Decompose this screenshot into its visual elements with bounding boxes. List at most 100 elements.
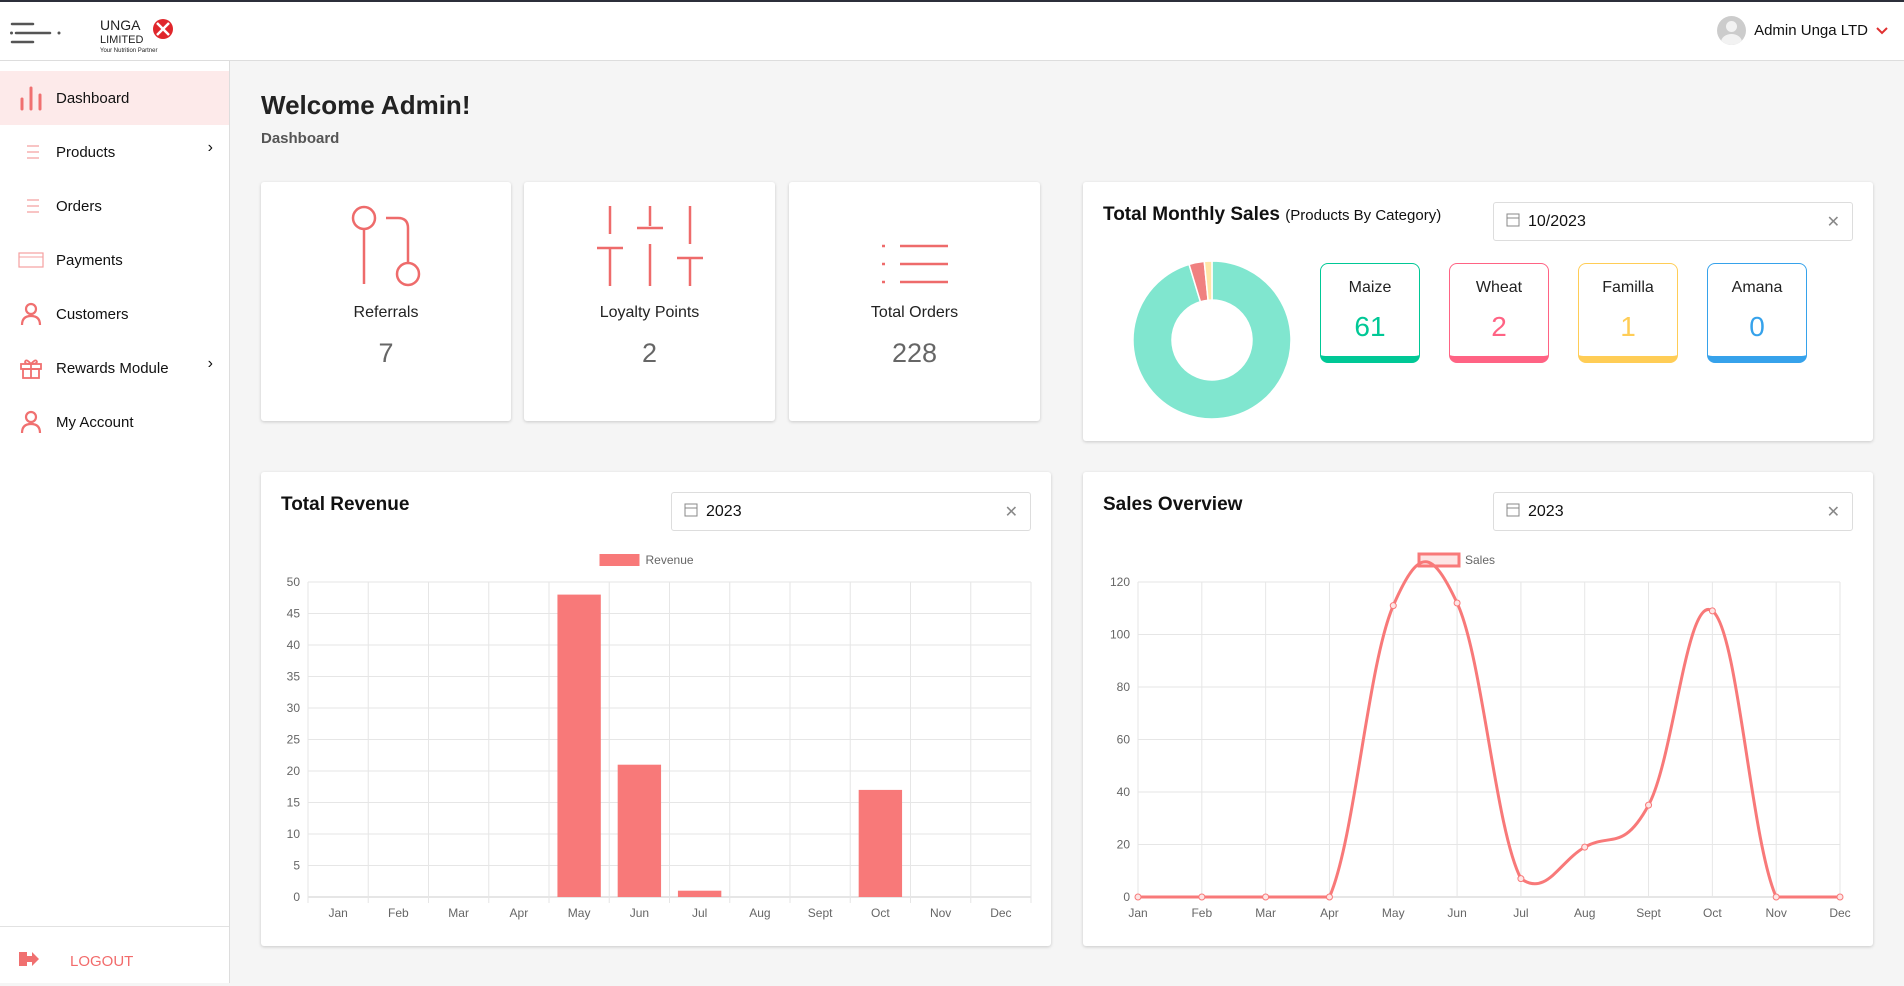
category-donut-chart: [1132, 260, 1292, 420]
sales-overview-card: Sales Overview 2023 ✕ 0 20 40 60 80 100 120 Jan…: [1083, 472, 1873, 946]
referral-icon: [351, 205, 421, 287]
sidebar-item-label: Rewards Module: [56, 359, 169, 377]
user-name: Admin Unga LTD: [1754, 22, 1868, 39]
logout-label: LOGOUT: [70, 952, 134, 970]
x-tick-label: Feb: [388, 906, 409, 920]
category-value: 1: [1620, 311, 1636, 342]
svg-text:Your Nutrition Partner: Your Nutrition Partner: [100, 48, 157, 54]
sidebar-item-label: Customers: [56, 305, 129, 323]
sidebar-item-label: Products: [56, 143, 116, 161]
x-tick-label: Oct: [871, 906, 890, 920]
x-tick-label: Dec: [1829, 906, 1850, 920]
sidebar: Dashboard Products › Orders Payments Cust…: [0, 61, 230, 983]
bar-oct: [858, 789, 903, 897]
x-tick-label: Dec: [990, 906, 1011, 920]
legend-label: Revenue: [646, 553, 694, 567]
calendar-icon: [1506, 211, 1520, 232]
sliders-icon: [596, 206, 703, 286]
sidebar-item-rewards-module[interactable]: Rewards Module ›: [0, 341, 229, 395]
y-tick-label: 40: [1117, 785, 1131, 799]
sidebar-item-dashboard[interactable]: Dashboard: [0, 71, 229, 125]
list-icon: [16, 193, 46, 219]
x-tick-label: May: [568, 906, 591, 920]
point-jul: [1517, 875, 1525, 883]
y-tick-label: 5: [293, 859, 300, 873]
sidebar-item-label: Orders: [56, 197, 102, 215]
header: UNGA LIMITED Your Nutrition Partner Admin …: [0, 2, 1904, 61]
svg-text:UNGA: UNGA: [100, 17, 141, 33]
x-tick-label: Jun: [630, 906, 649, 920]
revenue-bar-chart: 0 5 10 15 20 25 30 35 40 45 50 Jan Feb Mar Apr May Jun Ju…: [287, 553, 1032, 920]
unga-logo[interactable]: UNGA LIMITED Your Nutrition Partner: [98, 16, 178, 56]
category-value: 2: [1491, 311, 1507, 342]
revenue-card: Total Revenue 2023 ✕ 0 5 10 15 20 25 30 35 40 45 5…: [261, 472, 1051, 946]
stat-label: Total Orders: [870, 304, 959, 321]
sidebar-item-orders[interactable]: Orders: [0, 179, 229, 233]
legend-swatch: [599, 554, 640, 566]
sidebar-item-payments[interactable]: Payments: [0, 233, 229, 287]
category-name: Maize: [1348, 279, 1392, 296]
stat-card-total-orders: Total Orders 228: [789, 182, 1040, 421]
list-icon: [881, 244, 948, 284]
point-dec: [1836, 893, 1844, 901]
y-tick-label: 40: [287, 638, 301, 652]
x-tick-label: Mar: [1255, 906, 1276, 920]
sidebar-item-my-account[interactable]: My Account: [0, 395, 229, 449]
sidebar-divider: [0, 926, 229, 927]
y-tick-label: 20: [1117, 838, 1131, 852]
category-value: 0: [1749, 311, 1765, 342]
hamburger-icon[interactable]: [10, 22, 62, 44]
sidebar-item-customers[interactable]: Customers: [0, 287, 229, 341]
sales-line-chart: 0 20 40 60 80 100 120 Jan Feb Mar Apr May Jun Jul Aug S…: [1110, 552, 1851, 920]
breadcrumb: Dashboard: [261, 130, 340, 147]
svg-text:LIMITED: LIMITED: [100, 34, 143, 46]
x-tick-label: Jan: [1128, 906, 1147, 920]
user-menu[interactable]: Admin Unga LTD: [1717, 16, 1888, 45]
page-title: Welcome Admin!: [261, 90, 471, 120]
month-picker-value: 10/2023: [1528, 212, 1586, 230]
chevron-right-icon: ›: [207, 355, 213, 372]
sidebar-item-products[interactable]: Products ›: [0, 125, 229, 179]
x-tick-label: Aug: [1574, 906, 1595, 920]
y-tick-label: 25: [287, 733, 301, 747]
category-card-maize: Maize 61: [1320, 263, 1420, 363]
category-value: 61: [1354, 311, 1386, 342]
sidebar-item-label: Payments: [56, 251, 123, 269]
point-feb: [1198, 893, 1206, 901]
category-name: Amana: [1731, 279, 1783, 296]
y-tick-label: 100: [1110, 628, 1130, 642]
sidebar-item-label: Dashboard: [56, 89, 130, 107]
sales-line: [1137, 560, 1840, 899]
x-tick-label: May: [1382, 906, 1405, 920]
category-name: Famillа: [1602, 279, 1654, 296]
stat-value: 2: [641, 338, 658, 368]
bar-jun: [617, 764, 662, 897]
point-jun: [1453, 599, 1461, 607]
category-name: Wheat: [1475, 279, 1523, 296]
point-apr: [1325, 893, 1333, 901]
stat-card-loyalty-points: Loyalty Points 2: [524, 182, 775, 421]
logout-button[interactable]: LOGOUT: [0, 936, 229, 986]
month-picker[interactable]: 10/2023 ✕: [1493, 202, 1853, 241]
x-tick-label: Jul: [692, 906, 707, 920]
x-tick-label: Apr: [510, 906, 529, 920]
bar-jul: [677, 890, 722, 897]
y-tick-label: 20: [287, 764, 301, 778]
user-icon: [16, 409, 46, 435]
x-tick-label: Aug: [749, 906, 770, 920]
title-text: Total Monthly Sales: [1103, 204, 1281, 225]
y-tick-label: 35: [287, 670, 301, 684]
y-tick-label: 45: [287, 607, 301, 621]
point-nov: [1772, 893, 1780, 901]
logout-icon: [18, 950, 40, 972]
category-card-famillа: Famillа 1: [1578, 263, 1678, 363]
bar-may: [557, 594, 601, 897]
user-icon: [16, 301, 46, 327]
card-subtitle: (Products By Category): [1285, 207, 1442, 224]
y-tick-label: 10: [287, 827, 301, 841]
x-tick-label: Feb: [1191, 906, 1212, 920]
clear-icon[interactable]: ✕: [1827, 212, 1840, 232]
x-tick-label: Nov: [930, 906, 951, 920]
monthly-sales-card: Total Monthly Sales (Products By Categor…: [1083, 182, 1873, 441]
y-tick-label: 80: [1117, 680, 1131, 694]
